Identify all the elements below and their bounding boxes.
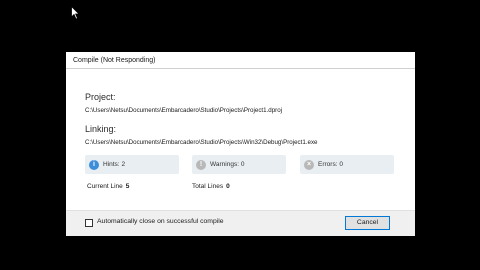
- mouse-cursor-icon: [71, 6, 80, 20]
- current-line-value: 5: [125, 183, 130, 190]
- hints-count: 2: [121, 161, 126, 168]
- current-line-label: Current Line: [87, 183, 123, 190]
- cancel-button[interactable]: Cancel: [345, 216, 390, 230]
- auto-close-checkbox[interactable]: [85, 219, 93, 227]
- hints-box: i Hints: 2: [85, 155, 179, 174]
- total-lines: Total Lines 0: [192, 183, 230, 190]
- total-lines-value: 0: [226, 183, 230, 190]
- project-heading: Project:: [85, 92, 116, 102]
- warnings-count: 0: [240, 161, 245, 168]
- warning-icon: !: [196, 159, 206, 170]
- warnings-label: Warnings:: [210, 161, 240, 168]
- errors-count: 0: [339, 161, 343, 168]
- warnings-box: ! Warnings: 0: [192, 155, 286, 174]
- total-lines-label: Total Lines: [192, 183, 224, 190]
- current-line: Current Line 5: [87, 183, 129, 190]
- info-icon: i: [89, 159, 99, 170]
- error-icon: ×: [304, 159, 314, 170]
- hints-label: Hints:: [103, 161, 120, 168]
- linking-heading: Linking:: [85, 124, 117, 134]
- linking-path: C:\Users\Netsu\Documents\Embarcadero\Stu…: [85, 139, 318, 146]
- errors-box: × Errors: 0: [300, 155, 394, 174]
- auto-close-label[interactable]: Automatically close on successful compil…: [97, 218, 224, 225]
- dialog-title: Compile (Not Responding): [66, 52, 415, 69]
- project-path: C:\Users\Netsu\Documents\Embarcadero\Stu…: [85, 107, 283, 114]
- dialog-footer: Automatically close on successful compil…: [66, 210, 415, 236]
- errors-label: Errors:: [318, 161, 338, 168]
- compile-dialog: Compile (Not Responding) Project: C:\Use…: [66, 52, 415, 236]
